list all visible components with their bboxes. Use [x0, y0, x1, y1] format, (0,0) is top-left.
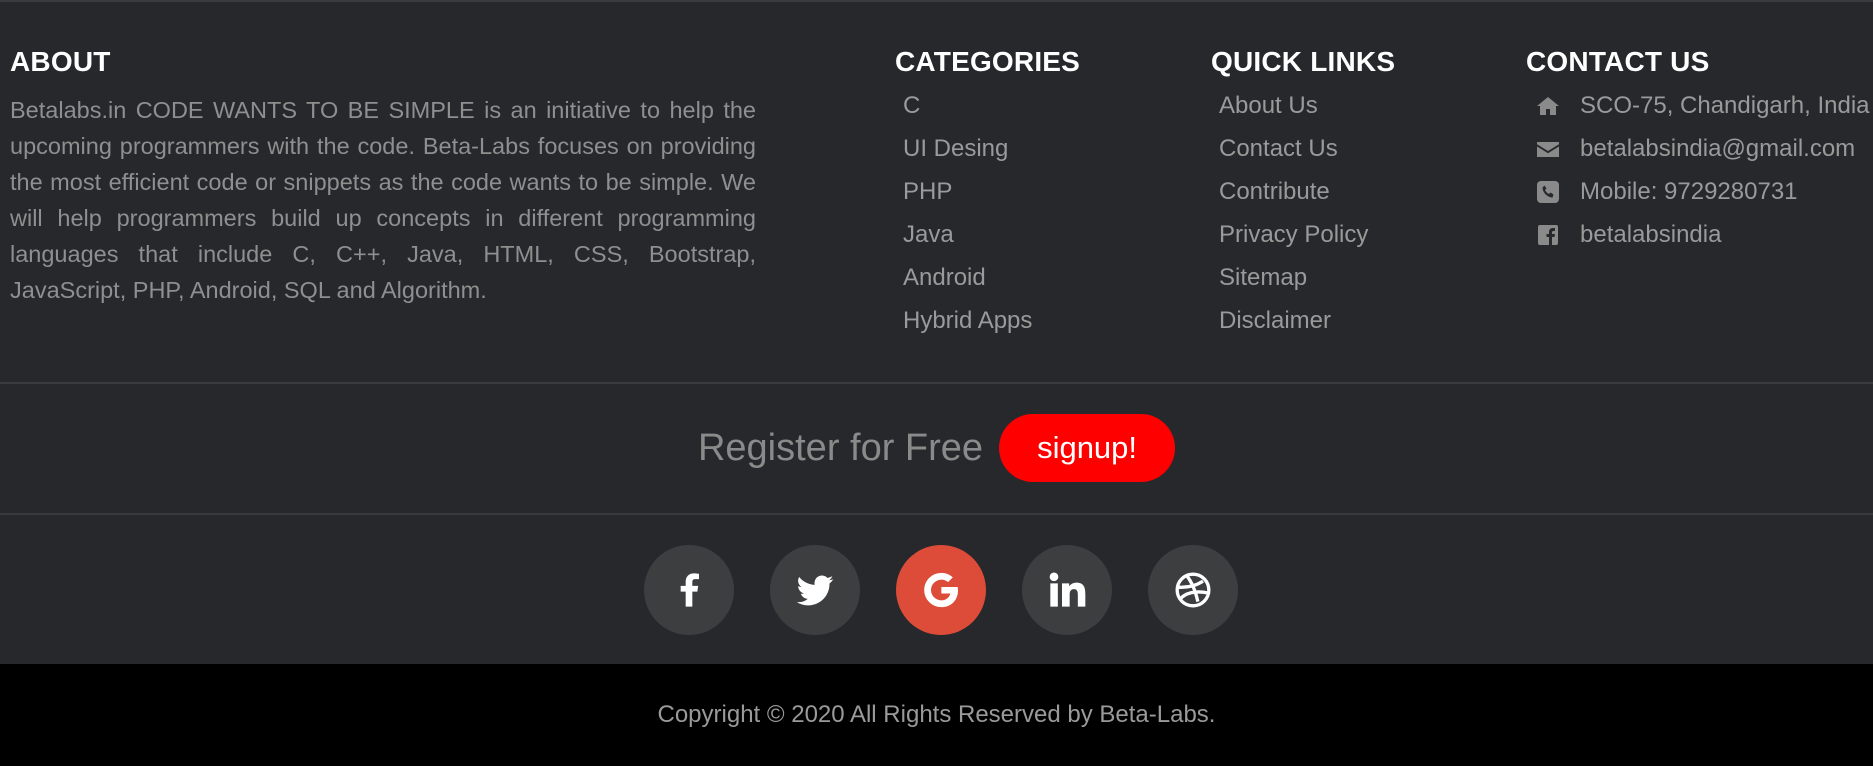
google-button[interactable] [895, 545, 986, 635]
categories-section: CATEGORIES C UI Desing PHP Java Android … [895, 44, 1080, 342]
twitter-button[interactable] [769, 545, 860, 635]
google-icon [923, 572, 958, 608]
contact-email[interactable]: betalabsindia@gmail.com [1526, 127, 1873, 170]
site-footer: ABOUT Betalabs.in CODE WANTS TO BE SIMPL… [0, 0, 1873, 664]
contact-address: SCO-75, Chandigarh, India [1526, 84, 1873, 127]
contact-title: CONTACT US [1526, 46, 1710, 77]
category-link-ui-desing[interactable]: UI Desing [895, 127, 1080, 170]
about-title: ABOUT [10, 46, 111, 77]
copyright-bar: Copyright © 2020 All Rights Reserved by … [0, 664, 1873, 766]
register-bar: Register for Free signup! [0, 414, 1873, 482]
about-section: ABOUT Betalabs.in CODE WANTS TO BE SIMPL… [10, 44, 756, 308]
contact-section: CONTACT US SCO-75, Chandigarh, India bet… [1526, 44, 1873, 256]
contact-email-text[interactable]: betalabsindia@gmail.com [1580, 127, 1855, 170]
contact-facebook[interactable]: betalabsindia [1526, 213, 1873, 256]
contact-address-text: SCO-75, Chandigarh, India [1580, 92, 1870, 119]
quick-links-title: QUICK LINKS [1211, 46, 1396, 77]
linkedin-button[interactable] [1021, 545, 1112, 635]
twitter-icon [796, 575, 833, 606]
quick-links-section: QUICK LINKS About Us Contact Us Contribu… [1211, 44, 1395, 342]
phone-icon [1534, 178, 1562, 206]
quick-link-privacy-policy[interactable]: Privacy Policy [1211, 213, 1395, 256]
copyright-text: Copyright © 2020 All Rights Reserved by … [657, 701, 1216, 728]
quick-link-disclaimer[interactable]: Disclaimer [1211, 299, 1395, 342]
contact-phone: Mobile: 9729280731 [1526, 170, 1873, 213]
about-text: Betalabs.in CODE WANTS TO BE SIMPLE is a… [10, 97, 756, 303]
linkedin-icon [1049, 572, 1085, 607]
facebook-button[interactable] [643, 545, 734, 635]
quick-link-contact-us[interactable]: Contact Us [1211, 127, 1395, 170]
quick-link-contribute[interactable]: Contribute [1211, 170, 1395, 213]
divider [0, 382, 1873, 384]
dribbble-icon [1175, 572, 1210, 608]
divider [0, 513, 1873, 515]
home-icon [1534, 92, 1562, 120]
facebook-icon [680, 573, 699, 607]
category-link-c[interactable]: C [895, 84, 1080, 127]
category-link-java[interactable]: Java [895, 213, 1080, 256]
signup-button[interactable]: signup! [999, 414, 1176, 482]
dribbble-button[interactable] [1147, 545, 1238, 635]
quick-link-sitemap[interactable]: Sitemap [1211, 256, 1395, 299]
envelope-icon [1534, 135, 1562, 163]
category-link-php[interactable]: PHP [895, 170, 1080, 213]
social-links [0, 545, 1873, 635]
register-text: Register for Free [697, 426, 984, 469]
categories-title: CATEGORIES [895, 46, 1081, 77]
contact-facebook-text[interactable]: betalabsindia [1580, 213, 1721, 256]
category-link-hybrid-apps[interactable]: Hybrid Apps [895, 299, 1080, 342]
facebook-square-icon [1534, 221, 1562, 249]
contact-phone-text: Mobile: 9729280731 [1580, 178, 1798, 205]
category-link-android[interactable]: Android [895, 256, 1080, 299]
quick-link-about-us[interactable]: About Us [1211, 84, 1395, 127]
